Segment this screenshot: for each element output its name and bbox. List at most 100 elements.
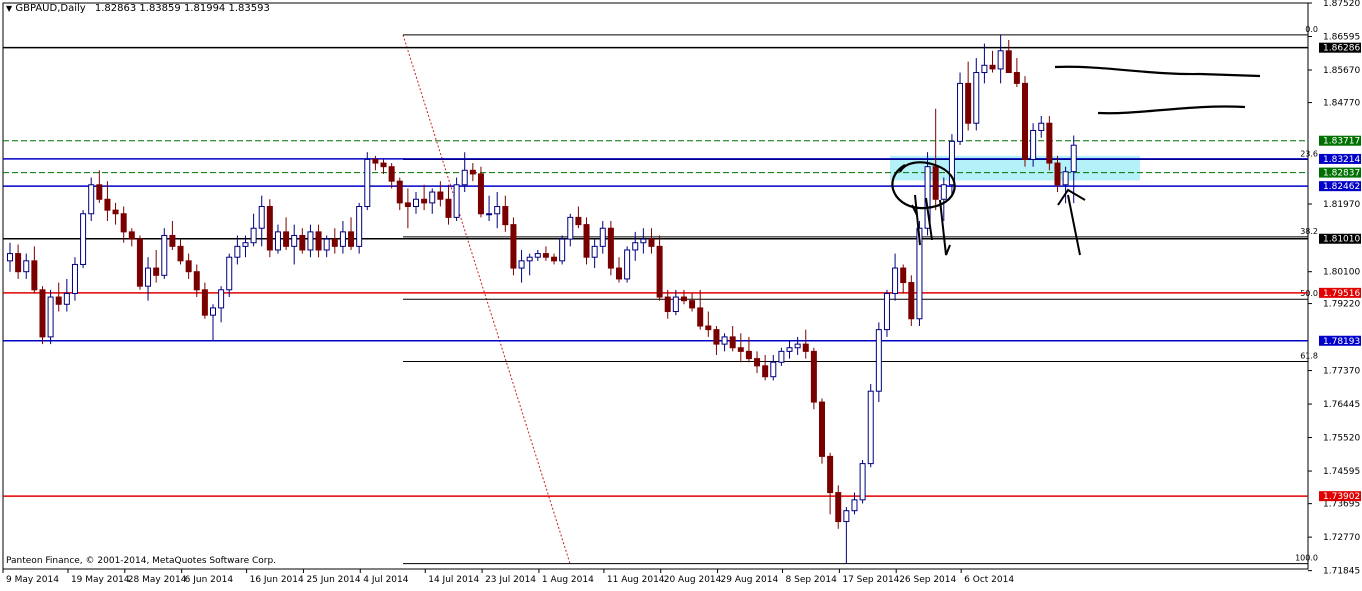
- price-level-label: 1.82462: [1323, 182, 1360, 192]
- candlestick-chart[interactable]: 0.0 23.6 38.2 50.0 61.8 100.0 1.87520 1.86595 1…: [0, 0, 1362, 587]
- candle-body: [494, 206, 501, 215]
- candle-body: [1062, 171, 1069, 186]
- candle: [7, 242, 13, 272]
- candle: [120, 206, 127, 243]
- candle: [518, 249, 525, 283]
- candle: [624, 246, 631, 283]
- candle: [31, 246, 38, 294]
- candle: [153, 249, 160, 283]
- candle: [819, 398, 825, 464]
- hand-drawn-projection-line: [1097, 105, 1246, 115]
- candle: [794, 336, 801, 355]
- candle-body: [526, 256, 533, 262]
- candle: [47, 289, 54, 345]
- candle-body: [226, 256, 233, 291]
- candle-body: [810, 350, 817, 403]
- candle: [835, 485, 842, 529]
- x-tick-label: 9 May 2014: [6, 575, 59, 585]
- candle: [429, 188, 436, 214]
- candle: [843, 507, 850, 564]
- candle-body: [80, 213, 87, 265]
- candle-body: [185, 260, 192, 273]
- candle-body: [770, 361, 777, 378]
- candle: [632, 231, 639, 261]
- candle-body: [413, 198, 419, 208]
- candle: [892, 253, 899, 301]
- candle-body: [266, 206, 273, 251]
- candle-body: [201, 289, 208, 316]
- fib-level-label: 38.2: [1300, 227, 1318, 236]
- candle: [640, 228, 647, 254]
- candle: [421, 184, 428, 211]
- y-tick-label: 1.79220: [1323, 300, 1360, 310]
- candle: [413, 192, 419, 214]
- candle: [380, 159, 387, 174]
- candle: [510, 217, 517, 276]
- candle: [867, 383, 874, 468]
- candle: [291, 224, 298, 265]
- candle: [445, 184, 452, 225]
- candle-body: [469, 169, 476, 175]
- candle: [997, 34, 1004, 84]
- collapse-triangle-icon[interactable]: ▼: [6, 4, 12, 13]
- candle-body: [1038, 122, 1045, 131]
- candle: [71, 257, 78, 301]
- x-tick-label: 28 May 2014: [128, 575, 187, 585]
- candle: [234, 235, 241, 265]
- candle: [477, 166, 484, 218]
- x-tick-label: 8 Sep 2014: [786, 575, 838, 585]
- candle-body: [421, 198, 428, 204]
- candle: [23, 253, 30, 279]
- candle-body: [1022, 82, 1028, 160]
- candle: [648, 228, 655, 254]
- candle-body: [1054, 162, 1061, 186]
- y-tick-label: 1.87520: [1323, 0, 1360, 9]
- candle-body: [599, 227, 606, 247]
- fib-level-label: 23.6: [1300, 149, 1318, 158]
- copyright-text: Panteon Finance, © 2001-2014, MetaQuotes…: [6, 556, 277, 566]
- candle: [494, 192, 501, 229]
- candle: [810, 347, 817, 410]
- x-tick-label: 14 Jul 2014: [428, 575, 479, 585]
- candle: [973, 58, 980, 131]
- chart-window: 0.0 23.6 38.2 50.0 61.8 100.0 1.87520 1.86595 1…: [0, 0, 1362, 587]
- fib-level-label: 0.0: [1305, 25, 1318, 34]
- candle-body: [356, 206, 363, 247]
- candle: [112, 202, 119, 225]
- candle-body: [745, 350, 752, 360]
- symbol-label: GBPAUD,Daily: [15, 3, 86, 14]
- candle: [348, 217, 355, 250]
- candle-body: [7, 253, 13, 262]
- candle-body: [794, 343, 801, 349]
- candle-body: [843, 510, 850, 523]
- price-level-label: 1.83214: [1323, 155, 1360, 165]
- candle-body: [315, 231, 322, 251]
- x-tick-label: 4 Jul 2014: [363, 575, 408, 585]
- x-tick-label: 16 Jun 2014: [250, 575, 304, 585]
- candle-body: [981, 64, 988, 74]
- fib-level-label: 50.0: [1300, 289, 1318, 298]
- candle: [559, 235, 566, 265]
- candle: [729, 326, 736, 352]
- candle-body: [153, 267, 160, 276]
- candle-body: [104, 198, 111, 211]
- candle-body: [299, 234, 306, 251]
- candle-body: [1030, 129, 1037, 160]
- candle: [39, 286, 46, 345]
- candle: [96, 170, 103, 203]
- candle: [274, 224, 281, 254]
- candle-body: [39, 289, 46, 338]
- candle-body: [534, 253, 541, 258]
- x-tick-label: 29 Aug 2014: [721, 575, 779, 585]
- candle-body: [542, 253, 549, 258]
- candle: [859, 460, 866, 504]
- candle-body: [477, 173, 484, 215]
- candle-body: [283, 231, 290, 247]
- candle: [770, 354, 777, 381]
- candle: [786, 340, 793, 359]
- candle: [404, 188, 411, 229]
- price-level-label: 1.83717: [1323, 137, 1360, 147]
- candle-body: [429, 191, 436, 204]
- candle-body: [965, 82, 972, 124]
- candle: [315, 224, 322, 258]
